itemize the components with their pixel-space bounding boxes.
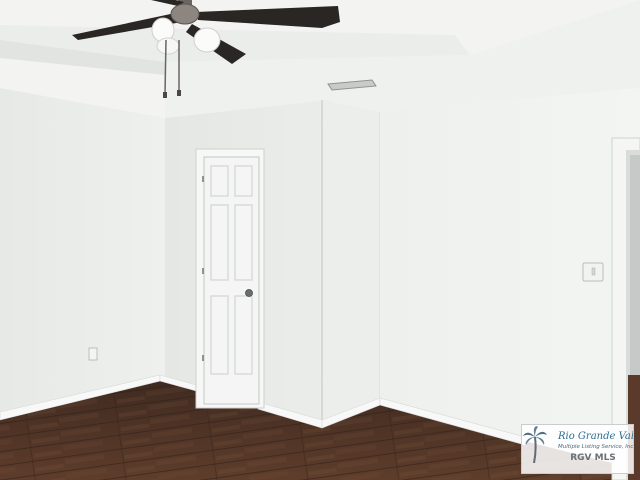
pull-chain[interactable] bbox=[164, 39, 167, 95]
watermark-title: Rio Grande Valley bbox=[558, 431, 634, 442]
fan-motor bbox=[170, 3, 200, 25]
light-globe bbox=[193, 27, 221, 53]
wall-outlet bbox=[88, 347, 98, 361]
watermark-subtitle: Multiple Listing Service, Inc. bbox=[558, 444, 634, 450]
watermark-brand: RGV MLS bbox=[570, 453, 616, 463]
left-wall bbox=[0, 88, 165, 420]
light-globe bbox=[156, 37, 180, 55]
mls-watermark: Rio Grande Valley Multiple Listing Servi… bbox=[521, 424, 634, 474]
door-knob[interactable] bbox=[245, 289, 253, 297]
room-photo: Rio Grande Valley Multiple Listing Servi… bbox=[0, 0, 640, 480]
wall-column bbox=[322, 100, 380, 428]
palm-tree-icon bbox=[523, 426, 547, 463]
room-illustration bbox=[0, 0, 640, 480]
